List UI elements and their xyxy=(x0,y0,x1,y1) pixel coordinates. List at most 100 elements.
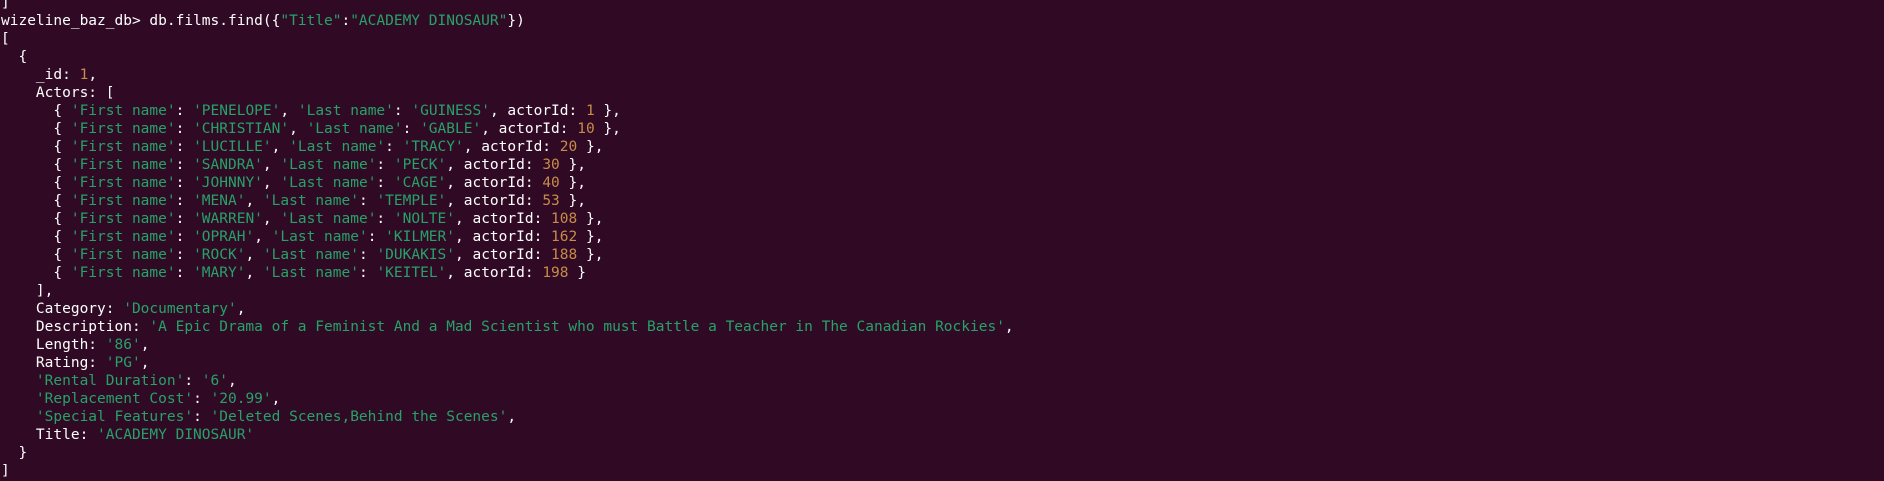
code-token: : xyxy=(385,139,403,155)
code-token: , actorId: xyxy=(455,247,552,263)
string-token: 'Replacement Cost' xyxy=(35,391,194,407)
code-token: : xyxy=(175,211,194,227)
terminal-line: ] xyxy=(1,0,1014,12)
code-token: { xyxy=(1,121,71,137)
code-token: , xyxy=(507,409,517,425)
code-token: Category: xyxy=(1,301,124,317)
number-token: 108 xyxy=(551,211,578,227)
code-token: : xyxy=(175,247,194,263)
string-token: 'First name' xyxy=(70,157,176,173)
string-token: 'MARY' xyxy=(193,265,246,281)
string-token: 'First name' xyxy=(70,175,176,191)
code-token: : xyxy=(175,193,194,209)
terminal-line: _id: 1, xyxy=(1,66,1014,84)
code-token: , xyxy=(245,265,263,281)
string-token: 'Last name' xyxy=(306,121,403,137)
code-token: , xyxy=(262,211,281,227)
number-token: 162 xyxy=(551,229,578,245)
terminal-line: ], xyxy=(1,282,1014,300)
code-token: , actorId: xyxy=(455,211,552,227)
code-token: : xyxy=(175,103,194,119)
code-token: , actorId: xyxy=(446,157,543,173)
string-token: 'OPRAH' xyxy=(193,229,255,245)
code-token: ] xyxy=(1,463,10,479)
code-token: : xyxy=(358,265,377,281)
code-token: : xyxy=(175,157,194,173)
code-token: : xyxy=(341,13,351,29)
string-token: 'First name' xyxy=(70,103,176,119)
string-token: 'PECK' xyxy=(393,157,447,173)
code-token: : xyxy=(367,229,386,245)
code-token: } xyxy=(568,265,586,281)
code-token: , actorId: xyxy=(455,229,552,245)
command-prompt-line: wizeline_baz_db> db.films.find({"Title":… xyxy=(1,12,1014,30)
string-token: 'Special Features' xyxy=(35,409,194,425)
code-token: { xyxy=(1,103,71,119)
terminal-output: ] wizeline_baz_db> db.films.find({"Title"… xyxy=(1,0,1014,480)
string-token: 'First name' xyxy=(70,229,176,245)
string-token: 'First name' xyxy=(70,121,176,137)
string-token: 'Deleted Scenes,Behind the Scenes' xyxy=(210,409,508,425)
code-token: : xyxy=(175,229,194,245)
terminal-line: { 'First name': 'MARY', 'Last name': 'KE… xyxy=(1,264,1014,282)
code-token: }, xyxy=(577,229,604,245)
string-token: 'GABLE' xyxy=(420,121,482,137)
terminal-line: { xyxy=(1,48,1014,66)
code-token: { xyxy=(1,211,71,227)
code-token: Description: xyxy=(1,319,150,335)
code-token: }, xyxy=(594,103,621,119)
string-token: 'KEITEL' xyxy=(376,265,447,281)
code-token: ] xyxy=(1,0,10,11)
code-token: , xyxy=(236,301,246,317)
code-token: Actors: [ xyxy=(1,85,115,101)
code-token: , actorId: xyxy=(446,193,543,209)
terminal-window[interactable]: ] wizeline_baz_db> db.films.find({"Title"… xyxy=(0,0,1884,481)
terminal-line: ] xyxy=(1,462,1014,480)
code-token: , xyxy=(88,67,98,83)
code-token: , xyxy=(280,103,298,119)
code-token: : xyxy=(193,391,211,407)
terminal-line: 'Special Features': 'Deleted Scenes,Behi… xyxy=(1,408,1014,426)
string-token: 'Last name' xyxy=(262,247,359,263)
code-token: : xyxy=(175,121,194,137)
string-token: 'NOLTE' xyxy=(393,211,455,227)
code-token: _id: xyxy=(1,67,80,83)
terminal-line: { 'First name': 'OPRAH', 'Last name': 'K… xyxy=(1,228,1014,246)
string-token: 'TEMPLE' xyxy=(376,193,447,209)
number-token: 10 xyxy=(577,121,595,137)
terminal-line: { 'First name': 'ROCK', 'Last name': 'DU… xyxy=(1,246,1014,264)
string-token: 'KILMER' xyxy=(385,229,455,245)
code-token: Title: xyxy=(1,427,98,443)
string-token: 'ROCK' xyxy=(193,247,246,263)
string-token: 'First name' xyxy=(70,265,176,281)
code-token: }) xyxy=(507,13,525,29)
code-token: { xyxy=(1,247,71,263)
code-token: }, xyxy=(577,211,604,227)
number-token: 20 xyxy=(559,139,578,155)
string-token: 'A Epic Drama of a Feminist And a Mad Sc… xyxy=(149,319,1005,335)
terminal-line: { 'First name': 'JOHNNY', 'Last name': '… xyxy=(1,174,1014,192)
code-token: , xyxy=(245,193,263,209)
string-token: 'First name' xyxy=(70,211,176,227)
string-token: 'Last name' xyxy=(262,193,359,209)
code-token: { xyxy=(1,265,71,281)
code-token: , xyxy=(289,121,307,137)
code-token: , actorId: xyxy=(463,139,560,155)
code-token: : xyxy=(376,211,394,227)
code-token: , xyxy=(228,373,237,389)
terminal-line: { 'First name': 'MENA', 'Last name': 'TE… xyxy=(1,192,1014,210)
code-token: : xyxy=(184,373,202,389)
terminal-line: { 'First name': 'WARREN', 'Last name': '… xyxy=(1,210,1014,228)
code-token: }, xyxy=(594,121,621,137)
code-token: , xyxy=(254,229,272,245)
code-token: Length: xyxy=(1,337,106,353)
string-token: 'SANDRA' xyxy=(193,157,263,173)
terminal-line: 'Rental Duration': '6', xyxy=(1,372,1014,390)
string-token: 'MENA' xyxy=(193,193,246,209)
string-token: '86' xyxy=(105,337,141,353)
terminal-line: { 'First name': 'SANDRA', 'Last name': '… xyxy=(1,156,1014,174)
code-token: : xyxy=(393,103,412,119)
code-token: { xyxy=(1,49,28,65)
